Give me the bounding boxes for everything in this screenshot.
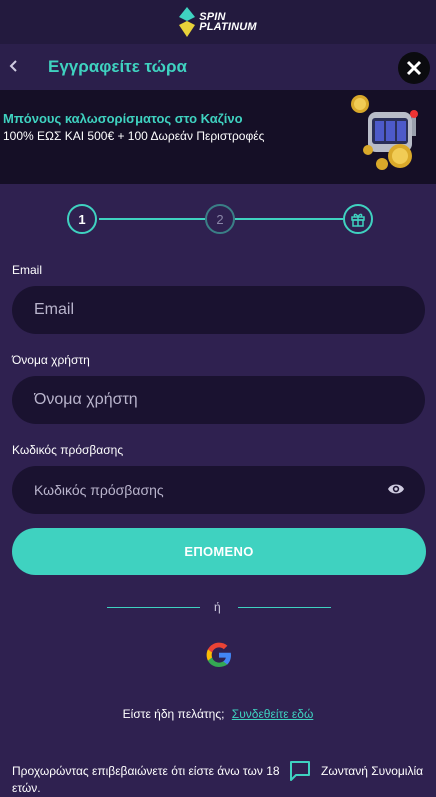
- username-field[interactable]: [12, 376, 425, 424]
- live-chat-label: Ζωντανή Συνομιλία: [321, 764, 424, 778]
- next-button[interactable]: ΕΠΟΜΕΝΟ: [12, 528, 426, 575]
- stepper-line-1: [99, 218, 205, 220]
- step-2: 2: [205, 204, 235, 234]
- brand-name: SPIN PLATINUM: [199, 12, 257, 33]
- registration-header: Εγγραφείτε τώρα: [0, 44, 436, 90]
- existing-customer-question: Είστε ήδη πελάτης;: [122, 707, 225, 721]
- top-bar: SPIN PLATINUM: [0, 0, 436, 44]
- google-icon[interactable]: [204, 640, 234, 670]
- email-input[interactable]: [32, 300, 376, 320]
- live-chat-button[interactable]: Ζωντανή Συνομιλία: [289, 760, 423, 782]
- brand-name-line2: PLATINUM: [199, 21, 257, 33]
- step-1: 1: [67, 204, 97, 234]
- password-label: Κωδικός πρόσβασης: [12, 443, 124, 457]
- password-field[interactable]: [12, 466, 425, 514]
- page-title: Εγγραφείτε τώρα: [48, 57, 187, 76]
- bonus-subtitle: 100% ΕΩΣ ΚΑΙ 500€ + 100 Δωρεάν Περιστροφ…: [3, 129, 265, 143]
- brand-logo[interactable]: SPIN PLATINUM: [179, 7, 257, 37]
- gift-icon: [351, 213, 365, 227]
- stepper-line-2: [235, 218, 343, 220]
- registration-stepper: 1 2: [0, 200, 436, 238]
- close-icon: [406, 60, 422, 76]
- username-label: Όνομα χρήστη: [12, 353, 90, 367]
- chevron-left-icon[interactable]: [6, 58, 22, 74]
- divider-line-right: [238, 607, 331, 608]
- chat-icon: [290, 761, 310, 781]
- divider-or: ή: [214, 600, 221, 614]
- existing-customer-line: Είστε ήδη πελάτης; Συνδεθείτε εδώ: [0, 707, 436, 721]
- email-label: Email: [12, 263, 43, 277]
- username-input[interactable]: [32, 390, 376, 410]
- welcome-bonus-banner: Μπόνους καλωσορίσματος στο Καζίνο 100% Ε…: [0, 90, 436, 184]
- email-field[interactable]: [12, 286, 425, 334]
- password-input[interactable]: [32, 481, 376, 499]
- close-button[interactable]: [398, 52, 430, 84]
- bonus-title: Μπόνους καλωσορίσματος στο Καζίνο: [3, 111, 243, 126]
- login-link[interactable]: Συνδεθείτε εδώ: [232, 707, 314, 721]
- eye-icon[interactable]: [387, 482, 405, 496]
- slot-machine-coins-icon: [351, 95, 418, 170]
- step-final: [343, 204, 373, 234]
- age-confirmation-note: Προχωρώντας επιβεβαιώνετε ότι είστε άνω …: [12, 764, 280, 795]
- logo-mark-icon: [179, 7, 196, 37]
- divider-line-left: [107, 607, 200, 608]
